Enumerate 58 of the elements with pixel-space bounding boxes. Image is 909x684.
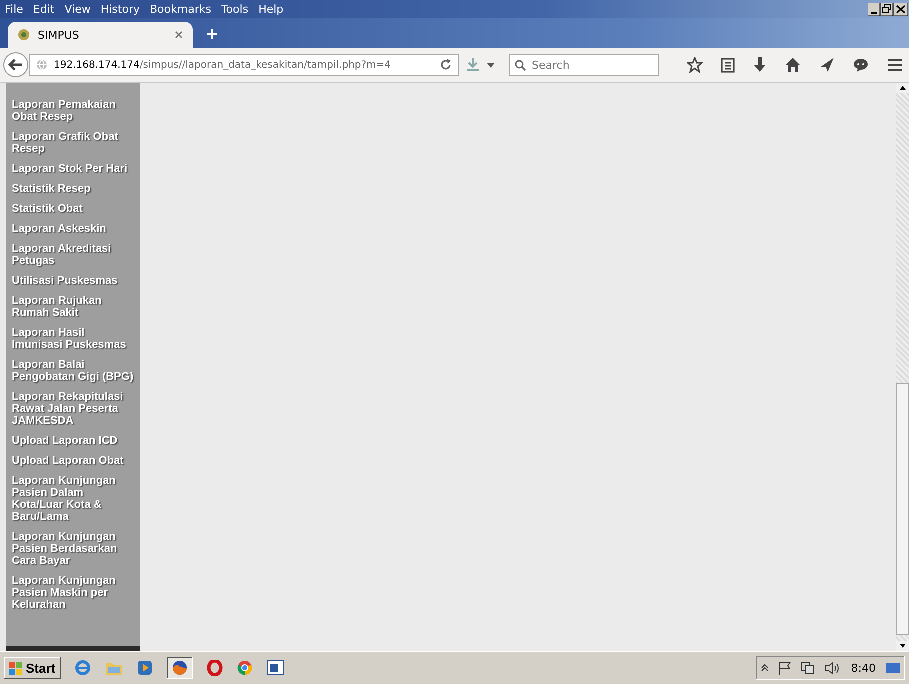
sidebar-link[interactable]: Statistik Obat	[12, 203, 140, 215]
sidebar-link[interactable]: Laporan Stok Per Hari	[12, 163, 140, 175]
chrome-icon[interactable]	[236, 660, 253, 676]
show-desktop-icon[interactable]	[886, 662, 900, 674]
menu-icon[interactable]	[887, 58, 903, 72]
close-icon[interactable]	[175, 31, 183, 39]
sidebar-link[interactable]: Laporan Kunjungan Pasien Maskin per Kelurahan	[12, 575, 140, 611]
globe-icon	[36, 59, 48, 71]
menu-item[interactable]: View	[64, 2, 91, 16]
sidebar-link[interactable]: Laporan Kunjungan Pasien Berdasarkan Cara Bayar	[12, 531, 140, 567]
opera-icon[interactable]	[206, 660, 223, 676]
menu-item[interactable]: Edit	[33, 2, 55, 16]
sidebar-link[interactable]: Laporan Askeskin	[12, 223, 140, 235]
dropdown-icon[interactable]	[487, 62, 495, 68]
internet-explorer-icon[interactable]	[74, 660, 91, 676]
sidebar-link[interactable]: Statistik Resep	[12, 183, 140, 195]
paper-plane-icon[interactable]	[819, 57, 835, 73]
clipboard-icon[interactable]	[721, 57, 735, 73]
sidebar-link[interactable]: Laporan Akreditasi Petugas	[12, 243, 140, 267]
back-icon[interactable]	[3, 52, 29, 78]
sidebar-link[interactable]: Laporan Rekapitulasi Rawat Jalan Peserta JAMKESDA	[12, 391, 140, 427]
reload-icon[interactable]	[440, 59, 452, 71]
browser-tab[interactable]: SIMPUS	[8, 22, 193, 48]
search-field[interactable]: Search	[509, 54, 659, 76]
network-icon[interactable]	[801, 662, 816, 674]
sidebar-link[interactable]: Laporan Pemakaian Obat Resep	[12, 99, 140, 123]
sidebar-link[interactable]: Laporan Grafik Obat Resep	[12, 131, 140, 155]
scrollbar[interactable]	[896, 83, 909, 651]
url-text: 192.168.174.174/simpus//laporan_data_kesakitan/tampil.php?m=4	[54, 60, 392, 70]
menu-item[interactable]: Help	[258, 2, 284, 16]
chevron-up-icon[interactable]	[761, 664, 770, 672]
new-tab-icon[interactable]	[207, 29, 217, 39]
scroll-thumb[interactable]	[896, 383, 909, 635]
firefox-icon	[172, 660, 188, 676]
menu-item[interactable]: History	[100, 2, 140, 16]
menu-item[interactable]: Tools	[221, 2, 249, 16]
home-icon[interactable]	[785, 57, 801, 73]
sidebar-link[interactable]: Utilisasi Puskesmas	[12, 275, 140, 287]
start-button[interactable]: Start	[4, 657, 61, 679]
speaker-icon[interactable]	[825, 662, 842, 674]
chat-icon[interactable]	[853, 57, 869, 73]
sidebar-link[interactable]: Upload Laporan ICD	[12, 435, 140, 447]
clock[interactable]: 8:40	[851, 662, 876, 674]
windows-logo-icon	[9, 662, 23, 674]
sidebar-link[interactable]: Laporan Rujukan Rumah Sakit	[12, 295, 140, 319]
media-player-icon[interactable]	[136, 660, 153, 676]
favicon-icon	[18, 29, 30, 41]
sidebar-link[interactable]: Laporan Kunjungan Pasien Dalam Kota/Luar Kota & Baru/Lama	[12, 475, 140, 523]
menu-item[interactable]: File	[5, 2, 24, 16]
star-icon[interactable]	[687, 57, 703, 73]
sidebar-link[interactable]: Laporan Balai Pengobatan Gigi (BPG)	[12, 359, 140, 383]
flag-icon[interactable]	[779, 662, 792, 674]
sidebar-link[interactable]: Laporan Hasil Imunisasi Puskesmas	[12, 327, 140, 351]
sidebar-link[interactable]: Upload Laporan Obat	[12, 455, 140, 467]
menu-item[interactable]: Bookmarks	[150, 2, 212, 16]
download-arrow-icon[interactable]	[753, 57, 767, 73]
address-bar[interactable]: 192.168.174.174/simpus//laporan_data_kesakitan/tampil.php?m=4	[29, 54, 459, 76]
window-controls-icon[interactable]	[868, 2, 908, 16]
